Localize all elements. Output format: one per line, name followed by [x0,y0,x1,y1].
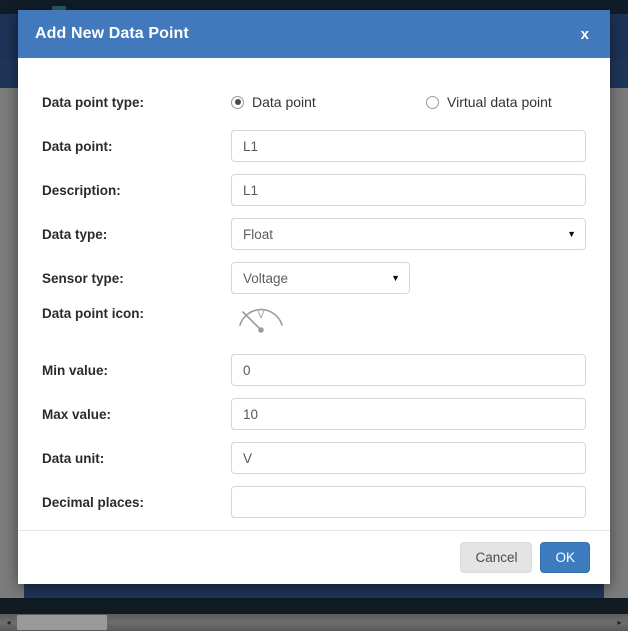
field-row-decimal-places: Decimal places: [18,480,610,524]
label-min-value: Min value: [42,363,231,378]
voltmeter-gauge-icon[interactable]: V [235,300,287,334]
sensor-type-select[interactable]: Voltage ▼ [231,262,410,294]
max-value-input[interactable] [231,398,586,430]
scroll-left-arrow-icon[interactable]: ◂ [0,614,17,631]
label-description: Description: [42,183,231,198]
control-data-point [231,130,610,162]
dialog-body: Data point type: Data point Virtual data… [18,58,610,530]
field-row-max-value: Max value: [18,392,610,436]
label-data-unit: Data unit: [42,451,231,466]
sensor-type-selected-value: Voltage [232,271,391,286]
scroll-right-arrow-icon[interactable]: ▸ [611,614,628,631]
gauge-icon-unit-text: V [258,310,265,321]
label-data-type: Data type: [42,227,231,242]
control-data-type: Float ▼ [231,218,610,250]
radio-option-data-point[interactable]: Data point [231,94,426,110]
scrollbar-thumb[interactable] [17,615,107,630]
close-icon[interactable]: x [578,24,592,45]
field-row-sensor-type: Sensor type: Voltage ▼ [18,256,610,300]
control-sensor-type: Voltage ▼ [231,262,610,294]
radio-option-virtual-data-point[interactable]: Virtual data point [426,94,552,110]
radio-label-virtual-data-point: Virtual data point [447,94,552,110]
cancel-button[interactable]: Cancel [460,542,532,574]
radio-dot-data-point[interactable] [231,96,244,109]
field-row-data-unit: Data unit: [18,436,610,480]
field-row-data-point-type: Data point type: Data point Virtual data… [18,80,610,124]
description-input[interactable] [231,174,586,206]
dialog-title: Add New Data Point [35,25,189,43]
label-data-point: Data point: [42,139,231,154]
dialog-footer: Cancel OK [18,530,610,584]
field-row-description: Description: [18,168,610,212]
add-data-point-dialog: Add New Data Point x Data point type: Da… [18,10,610,584]
label-data-point-type: Data point type: [42,95,231,110]
label-decimal-places: Decimal places: [42,495,231,510]
control-max-value [231,398,610,430]
data-type-select[interactable]: Float ▼ [231,218,586,250]
control-data-point-icon: V [231,300,610,334]
field-row-min-value: Min value: [18,348,610,392]
chevron-down-icon: ▼ [391,274,409,283]
chevron-down-icon: ▼ [567,230,585,239]
data-unit-input[interactable] [231,442,586,474]
radio-label-data-point: Data point [252,94,316,110]
label-data-point-icon: Data point icon: [42,300,231,321]
field-row-data-type: Data type: Float ▼ [18,212,610,256]
control-description [231,174,610,206]
label-sensor-type: Sensor type: [42,271,231,286]
label-max-value: Max value: [42,407,231,422]
decimal-places-input[interactable] [231,486,586,518]
radio-group-data-point-type: Data point Virtual data point [231,94,586,110]
control-min-value [231,354,610,386]
control-decimal-places [231,486,610,518]
data-type-selected-value: Float [232,227,567,242]
dialog-header: Add New Data Point x [18,10,610,58]
radio-dot-virtual-data-point[interactable] [426,96,439,109]
min-value-input[interactable] [231,354,586,386]
ok-button[interactable]: OK [540,542,590,574]
field-row-data-point: Data point: [18,124,610,168]
control-data-point-type: Data point Virtual data point [231,94,610,110]
horizontal-scrollbar[interactable]: ◂ ▸ [0,614,628,631]
data-point-input[interactable] [231,130,586,162]
field-row-data-point-icon: Data point icon: V [18,300,610,348]
screen: Add New Data Point x Data point type: Da… [0,0,628,631]
control-data-unit [231,442,610,474]
